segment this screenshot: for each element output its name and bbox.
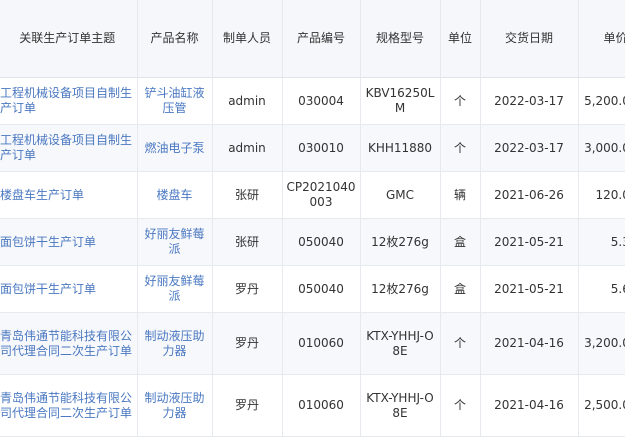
cell-spec: 12枚276g	[360, 265, 441, 313]
cell-spec: KHH11880	[360, 124, 441, 172]
column-header-delivery-date[interactable]: 交货日期	[480, 0, 579, 78]
cell-product-name-link[interactable]: 好丽友鲜莓派	[137, 218, 213, 266]
cell-product-name-link[interactable]: 制动液压助力器	[137, 374, 213, 437]
cell-product-code: CP2021040003	[282, 171, 361, 219]
cell-price: 5,200.00	[578, 77, 625, 125]
table-row[interactable]: 青岛伟通节能科技有限公司代理合同二次生产订单 制动液压助力器 罗丹 010060…	[0, 312, 625, 375]
cell-subject-link[interactable]: 青岛伟通节能科技有限公司代理合同二次生产订单	[0, 312, 138, 375]
order-items-table: 关联生产订单主题 产品名称 制单人员 产品编号 规格型号 单位 交货日期 单价 …	[0, 0, 625, 437]
cell-creator: admin	[212, 77, 283, 125]
column-header-price[interactable]: 单价	[578, 0, 625, 78]
table-row[interactable]: 青岛伟通节能科技有限公司代理合同二次生产订单 制动液压助力器 罗丹 010060…	[0, 374, 625, 437]
column-header-product-name[interactable]: 产品名称	[137, 0, 213, 78]
table-row[interactable]: 工程机械设备项目自制生产订单 铲斗油缸液压管 admin 030004 KBV1…	[0, 77, 625, 125]
cell-spec: 12枚276g	[360, 218, 441, 266]
cell-product-code: 030010	[282, 124, 361, 172]
cell-product-name-link[interactable]: 铲斗油缸液压管	[137, 77, 213, 125]
cell-unit: 个	[440, 312, 481, 375]
cell-product-name-link[interactable]: 制动液压助力器	[137, 312, 213, 375]
cell-price: 3,000.00	[578, 124, 625, 172]
cell-price: 120.00	[578, 171, 625, 219]
cell-price: 2,500.00	[578, 374, 625, 437]
cell-delivery-date: 2022-03-17	[480, 124, 579, 172]
cell-delivery-date: 2021-05-21	[480, 265, 579, 313]
data-grid: 关联生产订单主题 产品名称 制单人员 产品编号 规格型号 单位 交货日期 单价 …	[0, 0, 625, 440]
cell-unit: 个	[440, 124, 481, 172]
cell-price: 5.60	[578, 265, 625, 313]
column-header-unit[interactable]: 单位	[440, 0, 481, 78]
cell-product-name-link[interactable]: 燃油电子泵	[137, 124, 213, 172]
cell-subject-link[interactable]: 工程机械设备项目自制生产订单	[0, 77, 138, 125]
cell-price: 5.30	[578, 218, 625, 266]
cell-creator: 罗丹	[212, 312, 283, 375]
cell-delivery-date: 2021-04-16	[480, 312, 579, 375]
table-row[interactable]: 面包饼干生产订单 好丽友鲜莓派 张研 050040 12枚276g 盒 2021…	[0, 218, 625, 266]
cell-unit: 辆	[440, 171, 481, 219]
table-row[interactable]: 工程机械设备项目自制生产订单 燃油电子泵 admin 030010 KHH118…	[0, 124, 625, 172]
cell-delivery-date: 2021-04-16	[480, 374, 579, 437]
cell-product-code: 010060	[282, 312, 361, 375]
cell-unit: 盒	[440, 218, 481, 266]
table-header-row: 关联生产订单主题 产品名称 制单人员 产品编号 规格型号 单位 交货日期 单价	[0, 0, 625, 78]
cell-product-name-link[interactable]: 好丽友鲜莓派	[137, 265, 213, 313]
column-header-product-code[interactable]: 产品编号	[282, 0, 361, 78]
column-header-spec[interactable]: 规格型号	[360, 0, 441, 78]
cell-subject-link[interactable]: 面包饼干生产订单	[0, 265, 138, 313]
cell-unit: 盒	[440, 265, 481, 313]
column-header-creator[interactable]: 制单人员	[212, 0, 283, 78]
cell-creator: 罗丹	[212, 265, 283, 313]
table-row[interactable]: 面包饼干生产订单 好丽友鲜莓派 罗丹 050040 12枚276g 盒 2021…	[0, 265, 625, 313]
cell-delivery-date: 2022-03-17	[480, 77, 579, 125]
cell-unit: 个	[440, 374, 481, 437]
cell-creator: 罗丹	[212, 374, 283, 437]
cell-subject-link[interactable]: 青岛伟通节能科技有限公司代理合同二次生产订单	[0, 374, 138, 437]
table-row[interactable]: 楼盘车生产订单 楼盘车 张研 CP2021040003 GMC 辆 2021-0…	[0, 171, 625, 219]
cell-delivery-date: 2021-06-26	[480, 171, 579, 219]
cell-product-name-link[interactable]: 楼盘车	[137, 171, 213, 219]
cell-subject-link[interactable]: 工程机械设备项目自制生产订单	[0, 124, 138, 172]
cell-spec: KBV16250LM	[360, 77, 441, 125]
cell-spec: KTX-YHHJ-O8E	[360, 312, 441, 375]
cell-spec: GMC	[360, 171, 441, 219]
cell-product-code: 050040	[282, 218, 361, 266]
cell-product-code: 010060	[282, 374, 361, 437]
cell-product-code: 030004	[282, 77, 361, 125]
cell-subject-link[interactable]: 面包饼干生产订单	[0, 218, 138, 266]
cell-creator: 张研	[212, 218, 283, 266]
cell-unit: 个	[440, 77, 481, 125]
cell-creator: 张研	[212, 171, 283, 219]
cell-price: 3,200.00	[578, 312, 625, 375]
cell-subject-link[interactable]: 楼盘车生产订单	[0, 171, 138, 219]
cell-creator: admin	[212, 124, 283, 172]
column-header-subject[interactable]: 关联生产订单主题	[0, 0, 138, 78]
cell-spec: KTX-YHHJ-O8E	[360, 374, 441, 437]
cell-delivery-date: 2021-05-21	[480, 218, 579, 266]
cell-product-code: 050040	[282, 265, 361, 313]
